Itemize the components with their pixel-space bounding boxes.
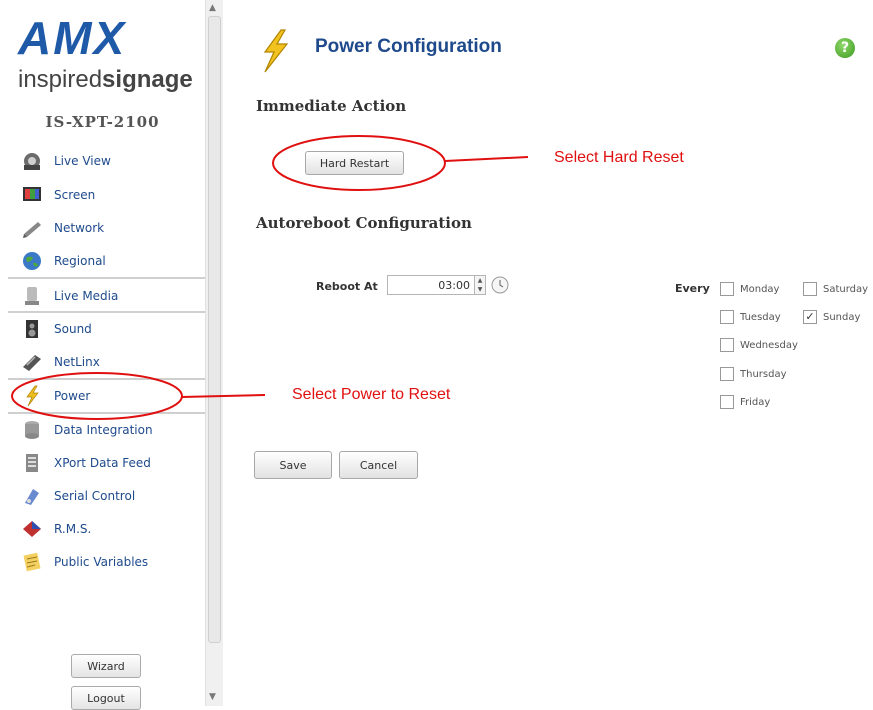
reboot-time-input[interactable] <box>387 275 475 295</box>
thursday-checkbox[interactable] <box>720 367 734 381</box>
sidebar-item-label: R.M.S. <box>54 522 92 536</box>
clock-icon[interactable] <box>491 276 509 294</box>
every-label: Every <box>675 282 710 295</box>
sidebar-item-netlinx[interactable]: NetLinx <box>8 346 205 378</box>
day-thursday[interactable]: Thursday <box>720 367 787 381</box>
hard-restart-button[interactable]: Hard Restart <box>305 151 404 175</box>
sidebar-item-public-variables[interactable]: Public Variables <box>8 546 205 578</box>
sidebar-item-xport-data-feed[interactable]: XPort Data Feed <box>8 447 205 479</box>
sidebar-item-label: NetLinx <box>54 355 100 369</box>
immediate-action-heading: Immediate Action <box>256 97 407 115</box>
hard-reset-annotation: Select Hard Reset <box>554 149 684 166</box>
sidebar-item-data-integration[interactable]: Data Integration <box>8 414 205 446</box>
sidebar-item-label: Data Integration <box>54 423 153 437</box>
rms-icon <box>20 518 44 540</box>
nav-divider <box>8 277 205 279</box>
power-bolt-icon <box>20 385 44 407</box>
sidebar-item-label: Power <box>54 389 91 403</box>
save-button[interactable]: Save <box>254 451 332 479</box>
sidebar-item-screen[interactable]: Screen <box>8 179 205 211</box>
logo-sub-regular: inspired <box>18 66 103 93</box>
reboot-at-label: Reboot At <box>316 280 378 293</box>
sidebar-item-network[interactable]: Network <box>8 212 205 244</box>
power-reset-annotation: Select Power to Reset <box>292 386 451 403</box>
day-label: Sunday <box>823 311 861 323</box>
sidebar-item-live-media[interactable]: Live Media <box>8 280 205 312</box>
serial-icon <box>20 485 44 507</box>
day-saturday[interactable]: Saturday <box>803 282 868 296</box>
day-label: Thursday <box>740 368 787 380</box>
sidebar-item-serial-control[interactable]: Serial Control <box>8 480 205 512</box>
sidebar-item-label: Regional <box>54 254 106 268</box>
wizard-button[interactable]: Wizard <box>71 654 141 678</box>
scroll-up-arrow-icon[interactable]: ▲ <box>209 3 216 13</box>
inspired-signage-logo: inspiredsignage <box>18 66 193 94</box>
day-wednesday[interactable]: Wednesday <box>720 338 798 352</box>
speaker-icon <box>20 318 44 340</box>
day-label: Saturday <box>823 283 869 295</box>
sidebar-item-label: Sound <box>54 322 92 336</box>
netlinx-icon <box>20 351 44 373</box>
sidebar-item-sound[interactable]: Sound <box>8 313 205 345</box>
wednesday-checkbox[interactable] <box>720 338 734 352</box>
sidebar-item-live-view[interactable]: Live View <box>8 145 205 177</box>
network-icon <box>20 217 44 239</box>
sidebar-item-label: Public Variables <box>54 555 149 569</box>
page-title: Power Configuration <box>315 36 502 57</box>
day-label: Tuesday <box>740 311 781 323</box>
data-feed-icon <box>20 452 44 474</box>
day-tuesday[interactable]: Tuesday <box>720 310 781 324</box>
tuesday-checkbox[interactable] <box>720 310 734 324</box>
sidebar-item-label: Live Media <box>54 289 119 303</box>
live-view-icon <box>20 150 44 172</box>
globe-icon <box>20 250 44 272</box>
sidebar-item-regional[interactable]: Regional <box>8 245 205 277</box>
database-icon <box>20 419 44 441</box>
monday-checkbox[interactable] <box>720 282 734 296</box>
friday-checkbox[interactable] <box>720 395 734 409</box>
hard-reset-pointer-line <box>444 156 529 162</box>
cancel-button[interactable]: Cancel <box>339 451 418 479</box>
day-label: Monday <box>740 283 780 295</box>
sidebar-item-power[interactable]: Power <box>8 378 205 414</box>
sidebar: AMX inspiredsignage IS-XPT-2100 Live Vie… <box>0 0 205 710</box>
power-bolt-icon <box>255 28 295 74</box>
sidebar-item-label: Live View <box>54 154 111 168</box>
sunday-checkbox[interactable]: ✓ <box>803 310 817 324</box>
device-name: IS-XPT-2100 <box>45 113 160 131</box>
day-sunday[interactable]: ✓ Sunday <box>803 310 860 324</box>
day-label: Wednesday <box>740 339 798 351</box>
logo-sub-bold: signage <box>102 66 193 93</box>
sidebar-item-label: Network <box>54 221 105 235</box>
screen-icon <box>20 184 44 206</box>
scroll-down-arrow-icon[interactable]: ▼ <box>209 692 216 702</box>
day-friday[interactable]: Friday <box>720 395 770 409</box>
autoreboot-heading: Autoreboot Configuration <box>256 214 472 232</box>
day-label: Friday <box>740 396 771 408</box>
sidebar-item-rms[interactable]: R.M.S. <box>8 513 205 545</box>
sidebar-item-label: XPort Data Feed <box>54 456 151 470</box>
logout-button[interactable]: Logout <box>71 686 141 710</box>
sidebar-item-label: Screen <box>54 188 96 202</box>
sidebar-item-label: Serial Control <box>54 489 136 503</box>
help-icon[interactable]: ? <box>835 38 855 58</box>
notepad-icon <box>20 551 44 573</box>
amx-logo: AMX <box>18 12 127 64</box>
scrollbar-thumb[interactable] <box>208 16 221 643</box>
day-monday[interactable]: Monday <box>720 282 779 296</box>
live-media-icon <box>20 285 44 307</box>
time-spinner[interactable]: ▲ ▼ <box>475 275 486 295</box>
saturday-checkbox[interactable] <box>803 282 817 296</box>
